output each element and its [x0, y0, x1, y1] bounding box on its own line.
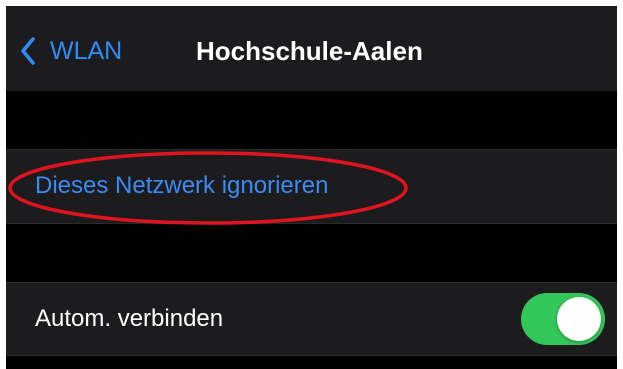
ignore-network-cell[interactable]: Dieses Netzwerk ignorieren [6, 149, 617, 224]
toggle-knob [557, 297, 601, 341]
back-button[interactable]: WLAN [20, 33, 122, 69]
auto-join-label: Autom. verbinden [35, 305, 224, 332]
auto-join-toggle[interactable] [521, 293, 605, 345]
back-button-label[interactable]: WLAN [50, 33, 122, 69]
auto-join-cell: Autom. verbinden [6, 282, 617, 356]
page-title: Hochschule-Aalen [196, 36, 423, 66]
ignore-network-button[interactable]: Dieses Netzwerk ignorieren [35, 168, 328, 204]
wifi-network-detail-screen: WLAN Hochschule-Aalen Dieses Netzwerk ig… [6, 6, 617, 369]
chevron-left-icon [21, 37, 35, 65]
navigation-bar: WLAN Hochschule-Aalen [6, 6, 617, 91]
